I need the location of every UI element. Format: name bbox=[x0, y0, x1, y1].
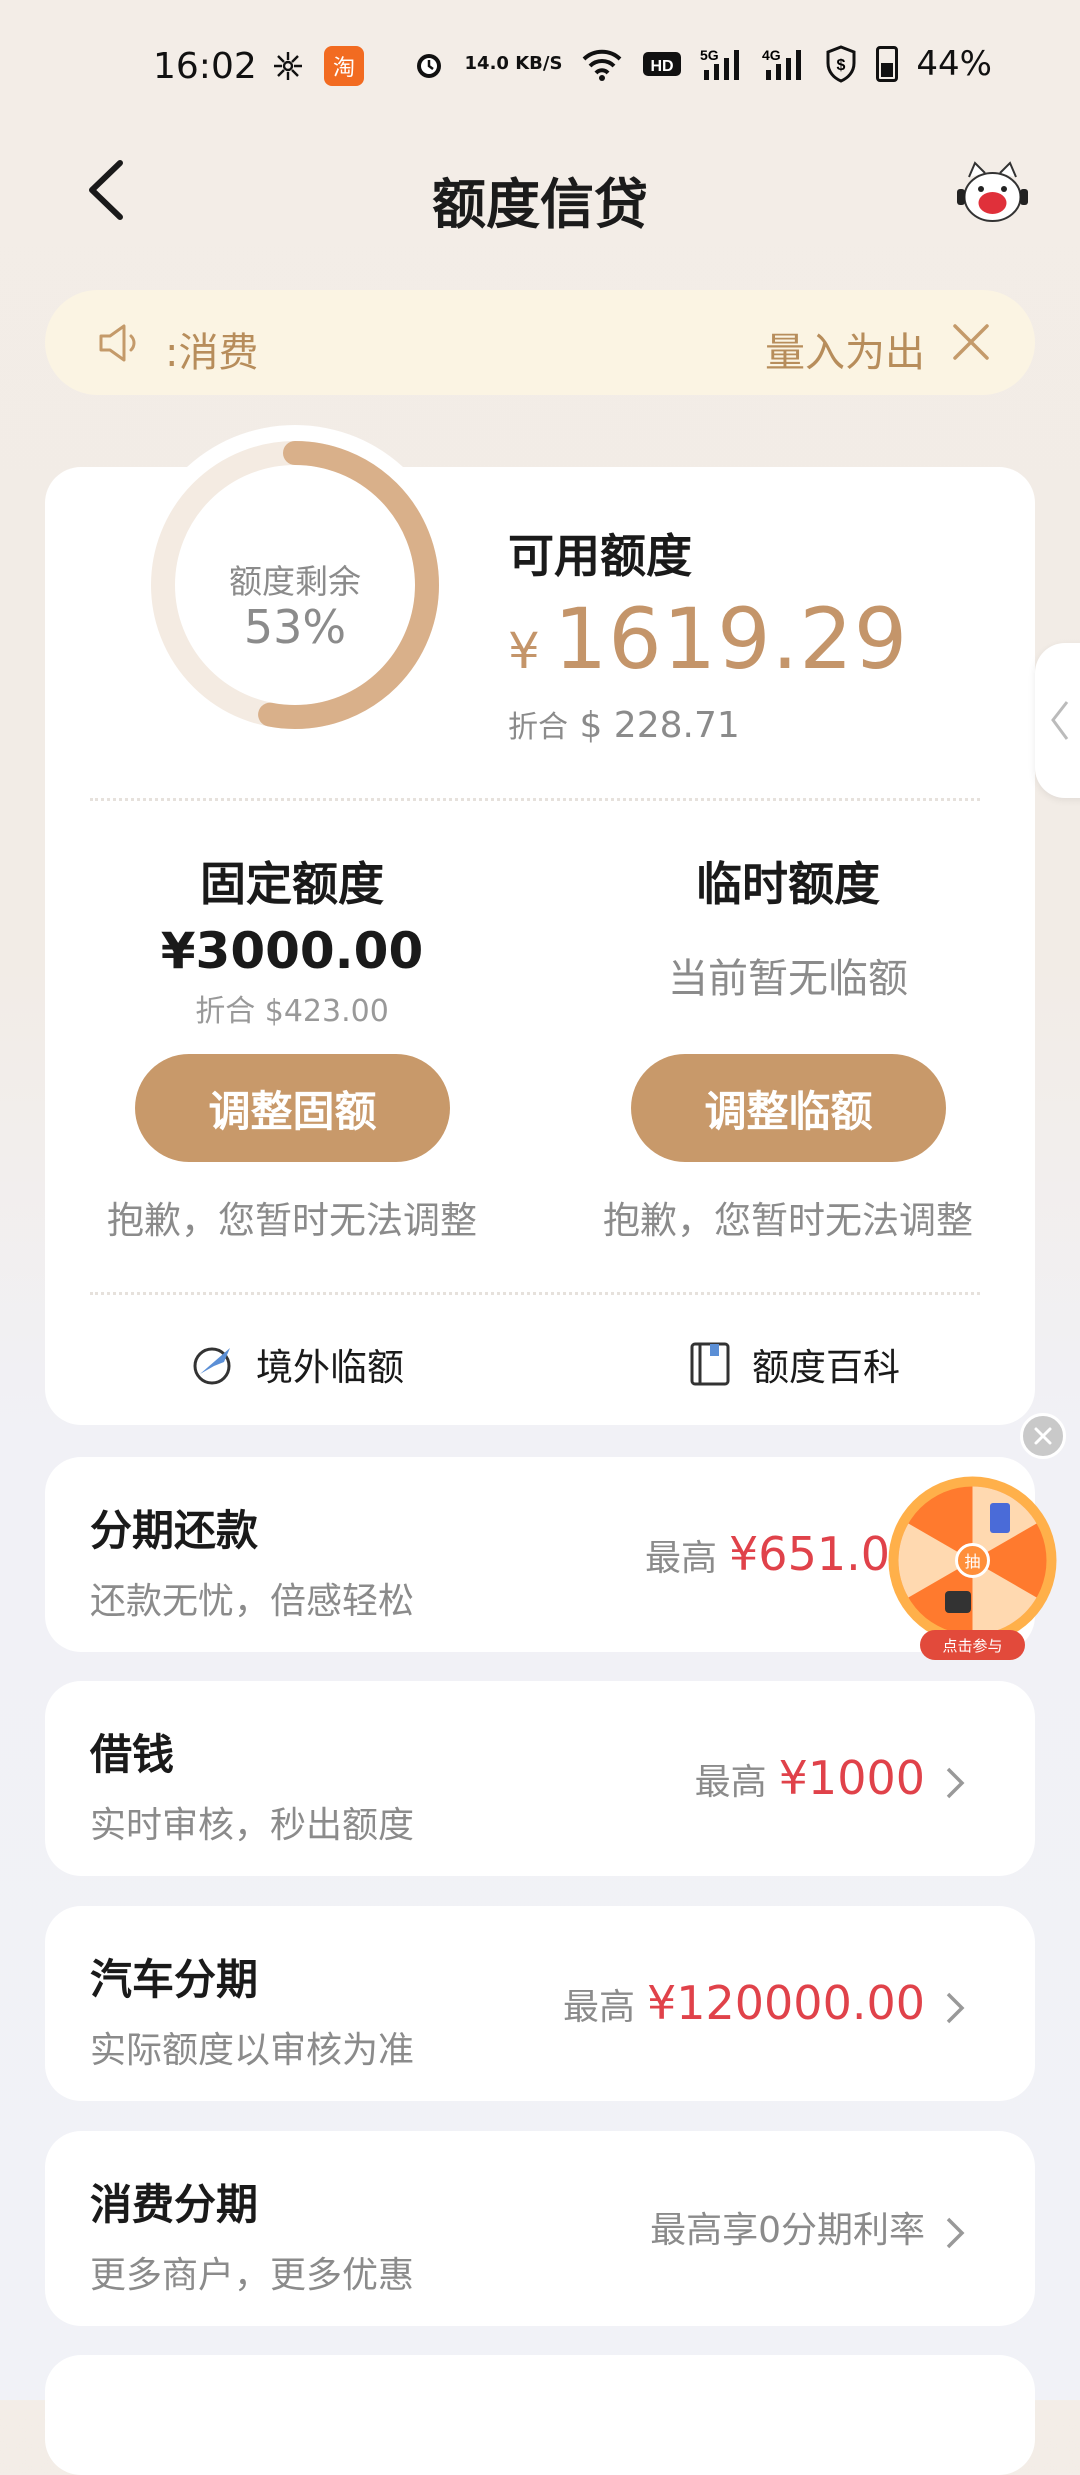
service-borrow[interactable]: 借钱 实时审核，秒出额度 最高 ¥1000 bbox=[45, 1681, 1035, 1876]
svg-text:HD: HD bbox=[651, 58, 674, 75]
service-title: 分期还款 bbox=[90, 1506, 259, 1555]
service-rate-text: 最高享0分期利率 bbox=[650, 2210, 925, 2251]
service-car-installment[interactable]: 汽车分期 实际额度以审核为准 最高 ¥120000.00 bbox=[45, 1906, 1035, 2101]
notice-text: :消费 bbox=[165, 330, 259, 376]
book-icon bbox=[690, 1342, 730, 1386]
ring-percent: 53% bbox=[243, 600, 347, 654]
status-time: 16:02 bbox=[153, 46, 257, 87]
conversion-prefix: 折合 bbox=[508, 710, 568, 745]
close-icon bbox=[1034, 1427, 1052, 1445]
alarm-icon bbox=[416, 54, 441, 78]
temp-credit-column: 临时额度 当前暂无临额 bbox=[578, 848, 998, 1004]
available-label: 可用额度 bbox=[508, 529, 692, 583]
service-subtitle: 实时审核，秒出额度 bbox=[90, 1805, 415, 1846]
signal-5g-icon: 5G bbox=[700, 47, 740, 80]
service-limit-value: ¥1000 bbox=[778, 1751, 925, 1805]
status-icons: 14.0 KB/S HD 5G 4G $ 44% bbox=[411, 44, 992, 84]
promo-tag[interactable]: 点击参与 bbox=[920, 1630, 1025, 1660]
hd-icon: HD bbox=[643, 52, 682, 76]
fixed-credit-column: 固定额度 ¥3000.00 折合 $423.00 bbox=[82, 848, 502, 1030]
service-limit-prefix: 最高 bbox=[645, 1538, 718, 1579]
currency-symbol: ¥ bbox=[508, 622, 540, 680]
service-limit-value: ¥120000.00 bbox=[646, 1976, 925, 2030]
temp-credit-title: 临时额度 bbox=[696, 857, 880, 911]
service-subtitle: 更多商户，更多优惠 bbox=[90, 2255, 415, 2296]
chevron-right-icon bbox=[946, 1767, 965, 1799]
taobao-icon: 淘 bbox=[324, 46, 364, 86]
notice-right-text: 量入为出 bbox=[765, 330, 925, 376]
service-limit-value: ¥651.0 bbox=[729, 1527, 890, 1581]
close-icon[interactable] bbox=[947, 318, 995, 366]
promo-close-button[interactable] bbox=[1020, 1413, 1066, 1459]
wifi-icon bbox=[583, 49, 622, 81]
service-rate: 最高享0分期利率 bbox=[650, 2201, 925, 2253]
credit-wiki-link[interactable]: 额度百科 bbox=[686, 1337, 900, 1391]
divider bbox=[90, 798, 980, 801]
plane-globe-icon bbox=[193, 1347, 231, 1385]
temp-credit-none: 当前暂无临额 bbox=[668, 956, 908, 1002]
page-title: 额度信贷 bbox=[432, 173, 648, 236]
fixed-credit-title: 固定额度 bbox=[200, 857, 384, 911]
svg-text:4G: 4G bbox=[762, 47, 781, 63]
shield-icon: $ bbox=[826, 45, 856, 83]
speaker-icon bbox=[99, 324, 136, 362]
signal-4g-icon: 4G bbox=[762, 47, 802, 80]
service-card-partial[interactable] bbox=[45, 2355, 1035, 2475]
notice-bar[interactable]: :消费 量入为出 bbox=[45, 290, 1035, 395]
adjust-fixed-button[interactable]: 调整固额 bbox=[135, 1054, 450, 1162]
battery-icon bbox=[876, 46, 899, 82]
service-bot-icon[interactable] bbox=[955, 155, 1030, 230]
service-consumer-installment[interactable]: 消费分期 更多商户，更多优惠 最高享0分期利率 bbox=[45, 2131, 1035, 2326]
service-limit-prefix: 最高 bbox=[694, 1762, 767, 1803]
side-drawer-handle[interactable] bbox=[1035, 643, 1080, 798]
service-title: 借钱 bbox=[90, 1730, 175, 1779]
overseas-credit-link[interactable]: 境外临额 bbox=[190, 1337, 404, 1391]
service-limit-prefix: 最高 bbox=[562, 1987, 635, 2028]
service-subtitle: 还款无忧，倍感轻松 bbox=[90, 1581, 415, 1622]
divider bbox=[90, 1292, 980, 1295]
service-subtitle: 实际额度以审核为准 bbox=[90, 2030, 415, 2071]
service-title: 汽车分期 bbox=[90, 1955, 259, 2004]
available-amount: ¥ 1619.29 bbox=[508, 590, 908, 688]
overseas-credit-label: 境外临额 bbox=[256, 1346, 404, 1389]
service-limit: 最高 ¥651.0 bbox=[645, 1527, 890, 1581]
fixed-credit-conversion: 折合 $423.00 bbox=[195, 994, 389, 1029]
battery-percent: 44% bbox=[916, 44, 992, 84]
service-title: 消费分期 bbox=[90, 2180, 259, 2229]
status-bar: 16:02 淘 14.0 KB/S HD 5G 4G $ 44% bbox=[0, 0, 1080, 130]
available-value: 1619.29 bbox=[553, 590, 909, 688]
ring-label: 额度剩余 bbox=[229, 562, 361, 601]
fixed-credit-amount: ¥3000.00 bbox=[160, 922, 424, 980]
lottery-wheel-icon[interactable]: 抽 bbox=[885, 1473, 1060, 1648]
chevron-right-icon bbox=[946, 2217, 965, 2249]
service-limit: 最高 ¥1000 bbox=[695, 1751, 925, 1805]
conversion-value: $ 228.71 bbox=[579, 705, 740, 746]
svg-text:$: $ bbox=[837, 57, 846, 74]
adjust-temp-button[interactable]: 调整临额 bbox=[631, 1054, 946, 1162]
chevron-right-icon bbox=[946, 1992, 965, 2024]
available-conversion: 折合 $ 228.71 bbox=[508, 702, 740, 746]
chevron-left-icon bbox=[1051, 701, 1069, 740]
temp-note: 抱歉，您暂时无法调整 bbox=[603, 1199, 973, 1242]
fixed-note: 抱歉，您暂时无法调整 bbox=[107, 1199, 477, 1242]
flower-icon bbox=[274, 52, 302, 80]
service-limit: 最高 ¥120000.00 bbox=[563, 1976, 925, 2030]
credit-wiki-label: 额度百科 bbox=[752, 1346, 900, 1389]
wheel-center-label: 抽 bbox=[964, 1552, 980, 1571]
net-speed: 14.0 KB/S bbox=[464, 53, 563, 74]
svg-text:5G: 5G bbox=[700, 47, 719, 63]
